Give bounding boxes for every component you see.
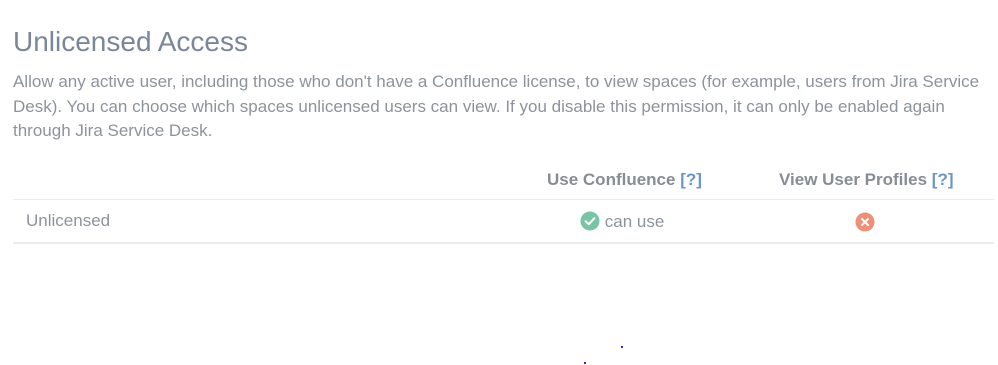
page-title: Unlicensed Access [13,26,249,57]
view-user-profiles-cell [855,212,875,233]
column-header-label: Use Confluence [547,170,676,189]
row-label: Unlicensed [26,211,111,230]
stray-pixel [584,362,586,364]
use-confluence-cell: can use [580,211,664,232]
help-link-use-confluence[interactable]: [?] [680,170,702,189]
stray-pixel [621,346,623,348]
column-header-use-confluence: Use Confluence [?] [547,170,702,190]
page-description: Allow any active user, including those w… [13,72,980,140]
status-text: can use [604,212,665,231]
column-header-view-user-profiles: View User Profiles [?] [779,170,954,190]
table-row-unlicensed: Unlicensed can use [13,200,994,244]
check-circle-icon [580,211,600,231]
table-header-row: Use Confluence [?] View User Profiles [?… [13,160,994,200]
permissions-table: Use Confluence [?] View User Profiles [?… [13,160,994,244]
column-header-label: View User Profiles [779,170,928,189]
error-x-circle-icon [855,212,875,232]
help-link-view-user-profiles[interactable]: [?] [932,170,954,189]
